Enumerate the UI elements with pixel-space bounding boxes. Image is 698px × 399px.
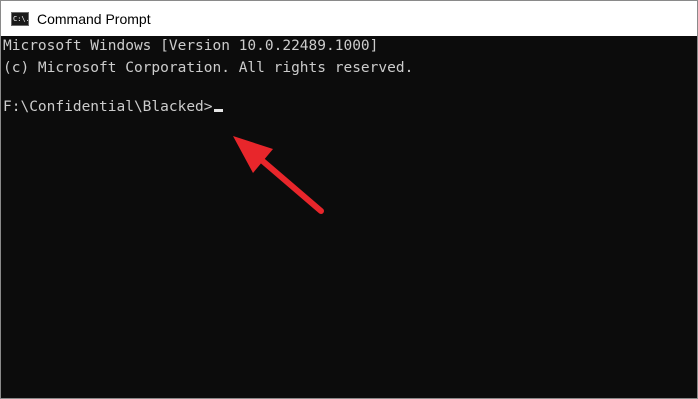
command-prompt-window: C:\. Command Prompt Microsoft Windows [V… xyxy=(0,0,698,399)
annotation-arrow xyxy=(233,136,324,214)
